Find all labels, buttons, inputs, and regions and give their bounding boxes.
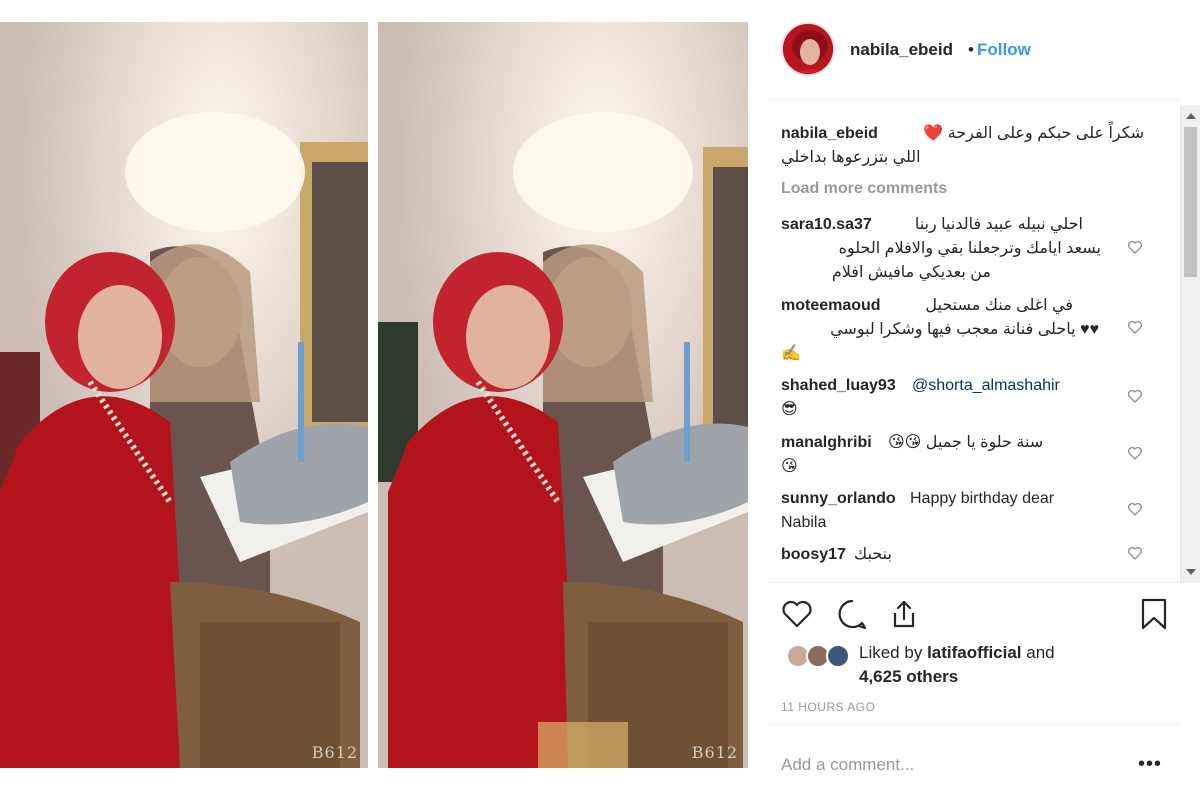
bookmark-icon[interactable] [1137, 597, 1171, 631]
likes-user-link[interactable]: latifaofficial [927, 643, 1021, 662]
comment-text: Happy birthday dear [910, 490, 1055, 507]
comment-text: 😘 [781, 458, 798, 475]
comment-like-heart-icon[interactable] [1127, 445, 1143, 461]
comment-text: Nabila [781, 514, 827, 531]
watermark-right: B612 [691, 743, 738, 762]
comment-text: ♥♥ ياحلى فنانة معجب فيها وشكرا لبوسي [830, 321, 1099, 338]
comment-like-heart-icon[interactable] [1127, 545, 1143, 561]
party-photo-right [378, 22, 748, 768]
comment-username[interactable]: shahed_luay93 [781, 374, 896, 398]
post-photo-left[interactable]: B612 [0, 22, 368, 768]
comment-username[interactable]: manalghribi [781, 431, 872, 455]
load-more-comments[interactable]: Load more comments [781, 180, 947, 198]
avatar-portrait [783, 24, 833, 74]
comment-text: سنة حلوة يا جميل 😘😘 [888, 434, 1044, 451]
post-header: nabila_ebeid • Follow [768, 0, 1180, 100]
watermark-left: B612 [311, 743, 358, 762]
likes-text: Liked by latifaofficial and [859, 643, 1055, 663]
comment-like-heart-icon[interactable] [1127, 319, 1143, 335]
more-options-icon[interactable]: ••• [1138, 753, 1162, 776]
add-comment-bar: Add a comment... ••• [768, 724, 1180, 794]
party-photo-left [0, 22, 368, 768]
comments-list[interactable]: nabila_ebeid شكراً على حبكم وعلى الفرحة … [768, 100, 1180, 582]
caption-text-line2: اللي بتزرعوها بداخلي [781, 149, 921, 166]
comment-icon[interactable] [835, 597, 869, 631]
profile-avatar[interactable] [781, 22, 835, 76]
header-username[interactable]: nabila_ebeid [850, 40, 953, 60]
comment-text: يسعد ايامك وترجعلنا بقي والافلام الحلوه [838, 240, 1101, 257]
comment-username[interactable]: moteemaoud [781, 294, 881, 318]
post-photo-right[interactable]: B612 [378, 22, 748, 768]
comment-text: بنحبك [854, 546, 892, 563]
comment-like-heart-icon[interactable] [1127, 501, 1143, 517]
likes-summary: Liked by latifaofficial and 4,625 others [768, 640, 1180, 690]
post-sidebar: nabila_ebeid • Follow nabila_ebeid شكراً… [768, 0, 1180, 794]
post-timestamp[interactable]: 11 HOURS AGO [781, 700, 875, 714]
scroll-up-arrow-icon[interactable] [1186, 113, 1196, 119]
comment-text: في اغلى منك مستحيل [925, 297, 1073, 314]
comment-username[interactable]: boosy17 [781, 543, 846, 567]
caption-text-line1: شكراً على حبكم وعلى الفرحة ❤️ [923, 125, 1144, 142]
follow-button[interactable]: Follow [977, 40, 1031, 60]
comment-mention[interactable]: @shorta_almashahir [912, 374, 1060, 398]
header-separator: • [968, 40, 974, 59]
caption-username[interactable]: nabila_ebeid [781, 122, 878, 146]
comment-username[interactable]: sara10.sa37 [781, 213, 872, 237]
likes-prefix: Liked by [859, 643, 923, 662]
comment-like-heart-icon[interactable] [1127, 239, 1143, 255]
comment-text: احلي نبيله عبيد فالدنيا ربنا [914, 216, 1083, 233]
scrollbar-thumb[interactable] [1184, 127, 1197, 277]
likes-others-link[interactable]: 4,625 others [859, 667, 958, 687]
comment-username[interactable]: sunny_orlando [781, 487, 896, 511]
comment-like-heart-icon[interactable] [1127, 388, 1143, 404]
likes-suffix: and [1026, 643, 1055, 662]
comment-text: ✍️ [781, 345, 801, 362]
comment-text: 😎 [781, 401, 798, 418]
comment-text: من بعديكي مافيش افلام [831, 264, 991, 281]
comments-scrollbar[interactable] [1180, 105, 1200, 583]
heart-icon[interactable] [780, 597, 814, 631]
add-comment-input[interactable]: Add a comment... [781, 755, 914, 775]
scroll-down-arrow-icon[interactable] [1186, 569, 1196, 575]
post-media: B612 B612 [0, 0, 768, 794]
post-actions [768, 582, 1180, 642]
liker-avatar[interactable] [826, 644, 850, 668]
share-icon[interactable] [887, 597, 921, 631]
